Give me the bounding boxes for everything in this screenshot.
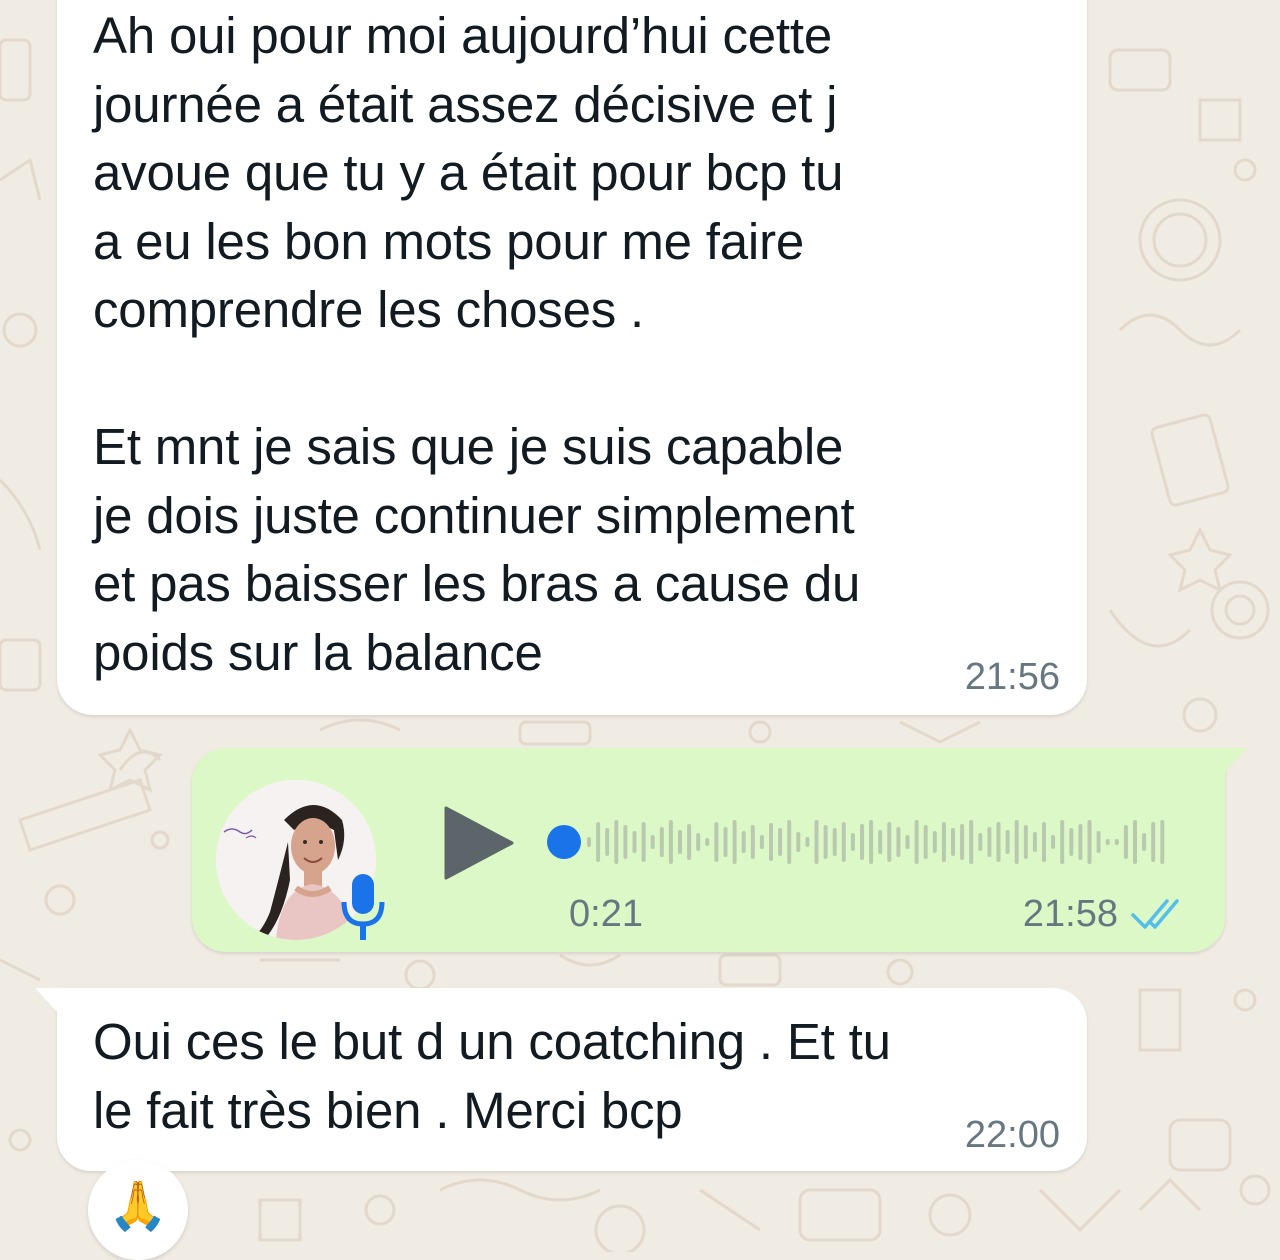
waveform-bar [632,831,637,853]
waveform-bar [996,822,1001,862]
waveform-bar [978,833,983,851]
waveform-bar [1160,820,1165,864]
waveform-bar [750,825,755,859]
waveform-bar [969,820,974,864]
waveform-bar [951,828,955,856]
waveform-bar [623,825,628,859]
incoming-message-bubble[interactable]: Ah oui pour moi aujourd’hui cette journé… [57,0,1087,715]
waveform-bar [1087,820,1092,864]
waveform-bar [1151,822,1156,862]
microphone-icon [341,874,385,940]
waveform-bar [696,833,701,851]
waveform-bar [923,825,928,859]
waveform-bar [705,838,710,846]
message-timestamp: 21:56 [964,656,1060,698]
waveform-bar [596,822,601,862]
waveform-bar [1042,822,1046,862]
waveform-bar [905,835,910,849]
waveform-bar [1051,835,1056,849]
waveform-bar [1014,820,1019,864]
waveform-bar [769,823,773,861]
waveform-bar [1032,832,1037,852]
waveform-bar [860,824,864,860]
outgoing-voice-message-bubble[interactable]: 0:21 21:58 [192,748,1247,952]
waveform-bar [841,822,846,862]
waveform-bar [1114,839,1119,845]
waveform-bar [1078,824,1083,860]
message-timestamp: 21:58 [1022,893,1118,935]
waveform-bar [987,827,992,857]
bubble-tail [1223,748,1247,774]
play-icon[interactable] [442,806,516,880]
waveform-bar [1105,839,1110,845]
voice-sender-avatar[interactable] [216,780,385,940]
message-reaction[interactable]: 🙏 [88,1160,188,1260]
waveform-bar [1005,830,1010,854]
playback-position-handle[interactable] [547,825,581,859]
incoming-message-bubble[interactable]: Oui ces le but d un coatching . Et tu le… [35,988,1087,1171]
double-check-icon [1131,899,1179,929]
waveform-bar [687,824,692,860]
waveform-bar [1060,820,1065,864]
waveform-bar [869,820,874,864]
waveform-bar [723,827,728,857]
voice-duration: 0:21 [569,893,643,935]
message-timestamp: 22:00 [964,1114,1060,1156]
waveform-bar [587,837,591,847]
message-text: Ah oui pour moi aujourd’hui cette journé… [93,7,861,681]
waveform-bar [650,835,655,849]
waveform-bar [1133,820,1137,864]
waveform-bar [796,832,801,852]
bubble-tail [35,988,59,1014]
waveform-bar [614,820,619,864]
waveform-bar [850,833,855,851]
waveform-bar [814,820,819,864]
waveform-bar [741,831,746,853]
waveform-bar [932,831,937,853]
voice-waveform[interactable] [547,808,1177,876]
waveform-bar [759,835,764,849]
waveform-bar [941,822,946,862]
waveform-bar [714,822,719,862]
waveform-bar [778,828,783,856]
waveform-bar [1069,828,1074,856]
waveform-bar [659,827,664,857]
waveform-bar [960,824,965,860]
waveform-bar [896,827,901,857]
waveform-bar [832,828,837,856]
waveform-bar [1096,831,1101,853]
waveform-bar [678,830,682,854]
message-text: Oui ces le but d un coatching . Et tu le… [93,1013,891,1139]
waveform-bar [1142,833,1147,851]
waveform-bar [668,820,673,864]
waveform-bar [1123,825,1128,859]
waveform-bar [1023,825,1028,859]
waveform-bar [787,820,792,864]
waveform-bar [605,828,610,856]
waveform-bar [914,820,919,864]
waveform-bar [732,820,737,864]
waveform-bar [887,822,892,862]
waveform-bar [878,830,883,854]
waveform-bar [823,825,828,859]
waveform-bar [641,822,646,862]
waveform-bar [805,837,810,847]
praying-hands-emoji: 🙏 [108,1177,168,1234]
